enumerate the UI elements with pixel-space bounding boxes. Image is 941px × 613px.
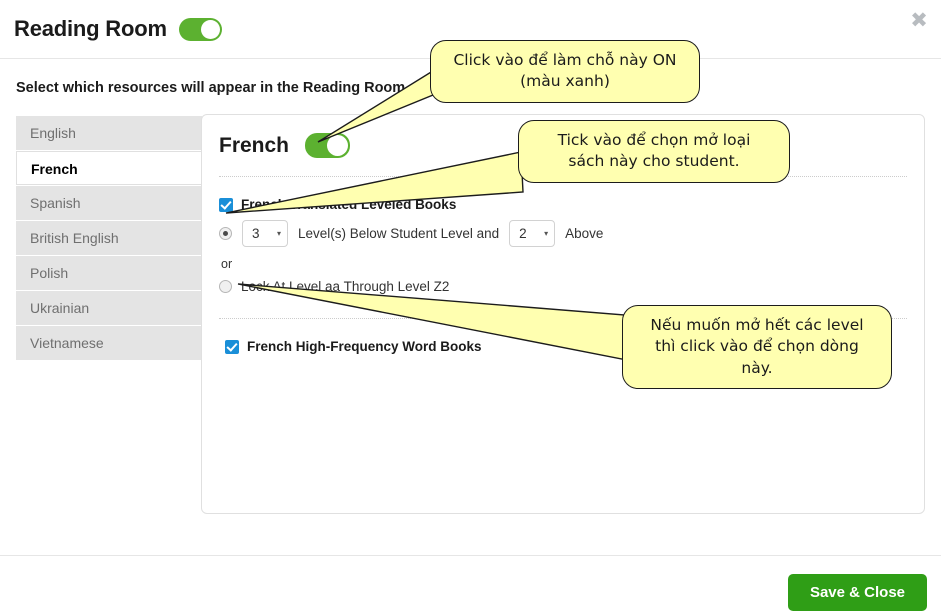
lock-level-row[interactable]: Lock At Level aa Through Level Z2 xyxy=(219,279,924,294)
toggle-knob xyxy=(200,19,220,39)
sidebar-item-british-english[interactable]: British English xyxy=(16,221,202,255)
callout-line: sách này cho student. xyxy=(568,152,740,171)
lock-level-label: Lock At Level aa Through Level Z2 xyxy=(241,279,450,294)
instruction-text: Select which resources will appear in th… xyxy=(16,80,410,96)
levels-below-value: 3 xyxy=(252,226,260,241)
language-sidebar: English French Spanish British English P… xyxy=(16,116,202,361)
level-range-middle-text: Level(s) Below Student Level and xyxy=(298,226,500,241)
levels-above-select[interactable]: 2 ▾ xyxy=(509,220,556,247)
callout-tick-book-type: Tick vào để chọn mở loại sách này cho st… xyxy=(518,120,790,183)
close-icon[interactable]: ✖ xyxy=(907,8,931,32)
french-language-toggle[interactable] xyxy=(305,133,351,158)
sidebar-item-vietnamese[interactable]: Vietnamese xyxy=(16,326,202,360)
callout-line: Nếu muốn mở hết các level xyxy=(650,316,864,334)
level-range-row: 3 ▾ Level(s) Below Student Level and 2 ▾… xyxy=(219,220,924,247)
or-separator: or xyxy=(221,255,924,273)
footer-divider xyxy=(0,555,941,556)
reading-room-toggle[interactable] xyxy=(178,17,222,41)
high-frequency-checkbox[interactable] xyxy=(225,339,239,354)
sidebar-item-ukrainian[interactable]: Ukrainian xyxy=(16,291,202,325)
callout-line: Click vào để làm chỗ này ON xyxy=(453,51,677,69)
save-and-close-button[interactable]: Save & Close xyxy=(787,574,927,611)
page-title: Reading Room xyxy=(14,16,167,41)
high-frequency-label: French High-Frequency Word Books xyxy=(247,339,482,354)
or-label: or xyxy=(221,257,233,271)
leveled-books-section: French Translated Leveled Books 3 ▾ Leve… xyxy=(202,177,924,294)
leveled-books-checkbox[interactable] xyxy=(219,197,233,212)
callout-line: (màu xanh) xyxy=(520,72,610,91)
level-range-after-text: Above xyxy=(565,226,604,241)
lock-level-radio[interactable] xyxy=(219,280,232,293)
callout-line: này. xyxy=(741,358,773,377)
sidebar-item-polish[interactable]: Polish xyxy=(16,256,202,290)
callout-all-levels: Nếu muốn mở hết các level thì click vào … xyxy=(622,305,892,390)
chevron-down-icon: ▾ xyxy=(276,229,281,238)
level-range-radio[interactable] xyxy=(219,227,232,240)
levels-above-value: 2 xyxy=(519,226,527,241)
leveled-books-label: French Translated Leveled Books xyxy=(241,197,457,212)
callout-line: Tick vào để chọn mở loại xyxy=(557,131,751,149)
toggle-knob xyxy=(327,135,349,156)
sidebar-item-english[interactable]: English xyxy=(16,116,202,150)
sidebar-item-french[interactable]: French xyxy=(16,151,202,185)
panel-language-label: French xyxy=(219,133,290,157)
callout-toggle-on: Click vào để làm chỗ này ON (màu xanh) xyxy=(430,40,700,103)
leveled-books-checkbox-row[interactable]: French Translated Leveled Books xyxy=(219,197,924,212)
chevron-down-icon: ▾ xyxy=(544,229,549,238)
title-group: Reading Room xyxy=(14,16,222,42)
sidebar-item-spanish[interactable]: Spanish xyxy=(16,186,202,220)
levels-below-select[interactable]: 3 ▾ xyxy=(242,220,288,247)
callout-line: thì click vào để chọn dòng xyxy=(655,337,859,356)
